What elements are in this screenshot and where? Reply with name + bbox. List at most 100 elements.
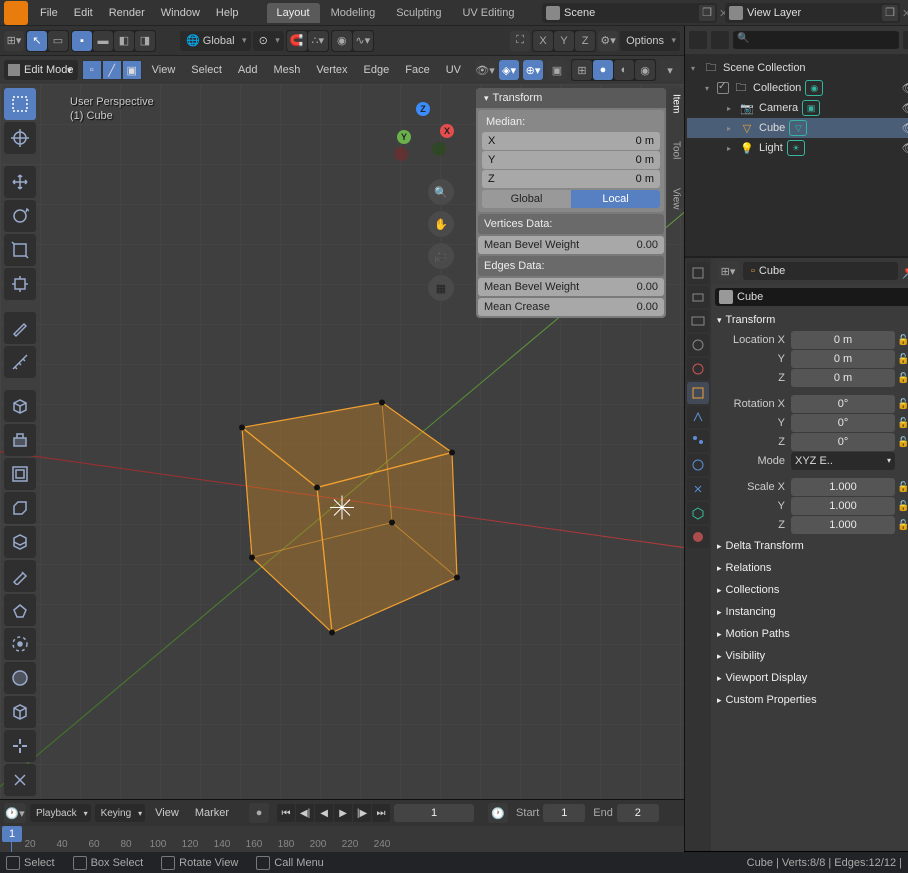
snap-edge-icon[interactable]: ▬ [93,31,113,51]
outliner-editor-dropdown[interactable] [689,31,707,49]
tool-extrude[interactable] [4,424,36,456]
play-button[interactable]: ▶ [334,804,352,822]
visibility-toggle[interactable]: 👁 [902,101,908,115]
scale-x-field[interactable]: 1.000 [791,478,895,496]
workspace-layout[interactable]: Layout [267,3,320,23]
camera-data-icon[interactable]: ▣ [802,100,820,116]
menu-file[interactable]: File [32,3,66,23]
outliner-item-cube[interactable]: ▸▽ Cube ▽ 👁 [687,118,908,138]
axis-x-toggle[interactable]: X [533,31,553,51]
overlay-toggle[interactable]: ⊕▾ [523,60,543,80]
menu-help[interactable]: Help [208,3,247,23]
tool-rotate[interactable] [4,200,36,232]
vertex-select-mode[interactable]: ▫ [82,60,102,80]
neg-x-handle[interactable] [394,147,408,161]
view-menu[interactable]: View [146,64,182,76]
workspace-uvediting[interactable]: UV Editing [452,3,524,23]
snap-vol-icon[interactable]: ◨ [135,31,155,51]
pin-button[interactable]: 📌 [902,263,908,280]
mesh-menu[interactable]: Mesh [267,64,306,76]
viewport-settings-icon[interactable]: ⚙▾ [598,31,618,51]
axis-z-toggle[interactable]: Z [575,31,595,51]
prop-tab-constraints[interactable] [687,478,709,500]
prop-tab-viewlayer[interactable] [687,310,709,332]
section-custom-properties[interactable]: Custom Properties [715,690,908,710]
outliner-collection[interactable]: ▾ 🗀 Collection ◉ 👁 [687,78,908,98]
rotation-y-field[interactable]: 0° [791,414,895,432]
location-y-field[interactable]: 0 m [791,350,895,368]
snap-vert-icon[interactable]: ▪ [72,31,92,51]
new-scene-button[interactable]: ❒ [699,5,715,21]
pivot-dropdown[interactable]: ⊙ [253,31,284,51]
add-menu[interactable]: Add [232,64,264,76]
mesh-cube[interactable] [212,347,472,650]
collection-checkbox[interactable] [717,82,729,94]
shading-wireframe[interactable]: ⊞ [572,60,592,80]
current-frame-field[interactable] [394,804,474,822]
tool-transform[interactable] [4,268,36,300]
mode-dropdown[interactable]: Edit Mode [4,60,78,80]
space-local-button[interactable]: Local [571,190,660,208]
tool-loopcut[interactable] [4,526,36,558]
section-visibility[interactable]: Visibility [715,646,908,666]
scale-y-field[interactable]: 1.000 [791,497,895,515]
visibility-toggle[interactable]: 👁 [902,121,908,135]
median-x-field[interactable]: X0 m [482,132,660,150]
rotation-x-field[interactable]: 0° [791,395,895,413]
visibility-toggle[interactable]: 👁 [902,81,908,95]
tool-smooth[interactable] [4,662,36,694]
prop-tab-mesh[interactable] [687,502,709,524]
prop-tab-material[interactable] [687,526,709,548]
navigation-gizmo[interactable]: Z Y X [394,102,454,162]
tool-shrink[interactable] [4,730,36,762]
space-global-button[interactable]: Global [482,190,571,208]
start-frame-field[interactable] [543,804,585,822]
keying-menu[interactable]: Keying [95,804,146,822]
prop-tab-particles[interactable] [687,430,709,452]
menu-render[interactable]: Render [101,3,153,23]
workspace-modeling[interactable]: Modeling [321,3,386,23]
scale-z-field[interactable]: 1.000 [791,516,895,534]
3d-viewport[interactable]: User Perspective (1) Cube Z Y X 🔍 ✋ 🎥 ▦ … [0,84,684,799]
outliner-filter-button[interactable] [903,31,908,49]
lock-icon[interactable]: 🔓 [897,335,907,346]
location-x-field[interactable]: 0 m [791,331,895,349]
tool-edge-slide[interactable] [4,696,36,728]
section-collections[interactable]: Collections [715,580,908,600]
snap-face-icon[interactable]: ◧ [114,31,134,51]
prop-tab-modifiers[interactable] [687,406,709,428]
cursor-tool-icon[interactable]: ↖ [27,31,47,51]
pan-button[interactable]: ✋ [428,211,454,237]
playback-menu[interactable]: Playback [30,804,91,822]
gizmo-toggle[interactable]: ◈▾ [499,60,519,80]
tool-rip[interactable] [4,764,36,796]
prop-tab-render[interactable] [687,262,709,284]
timeline-editor-dropdown[interactable]: 🕐▾ [4,803,26,823]
outliner-item-camera[interactable]: ▸📷 Camera ▣ 👁 [687,98,908,118]
section-instancing[interactable]: Instancing [715,602,908,622]
select-tool-icon[interactable]: ▭ [48,31,68,51]
axis-y-toggle[interactable]: Y [554,31,574,51]
menu-window[interactable]: Window [153,3,208,23]
light-data-icon[interactable]: ☀ [787,140,805,156]
prop-tab-object[interactable] [687,382,709,404]
timeline-view-menu[interactable]: View [149,807,185,819]
outliner-display-dropdown[interactable] [711,31,729,49]
workspace-sculpting[interactable]: Sculpting [386,3,451,23]
outliner-scene-collection[interactable]: ▾🗀 Scene Collection [687,58,908,78]
scene-selector[interactable]: Scene ❒ ✕ [542,3,717,23]
tool-spin[interactable] [4,628,36,660]
options-dropdown[interactable]: Options [620,31,680,51]
vertex-menu[interactable]: Vertex [310,64,353,76]
location-z-field[interactable]: 0 m [791,369,895,387]
shading-rendered[interactable]: ◉ [635,60,655,80]
select-menu[interactable]: Select [185,64,228,76]
shading-solid[interactable]: ● [593,60,613,80]
mean-bevel-weight-edge[interactable]: Mean Bevel Weight0.00 [478,278,664,296]
shading-material[interactable]: ◐ [614,60,634,80]
n-tab-tool[interactable]: Tool [671,141,682,159]
n-tab-view[interactable]: View [671,188,682,210]
edge-menu[interactable]: Edge [358,64,396,76]
median-y-field[interactable]: Y0 m [482,151,660,169]
visibility-dropdown[interactable]: 👁▾ [475,60,495,80]
